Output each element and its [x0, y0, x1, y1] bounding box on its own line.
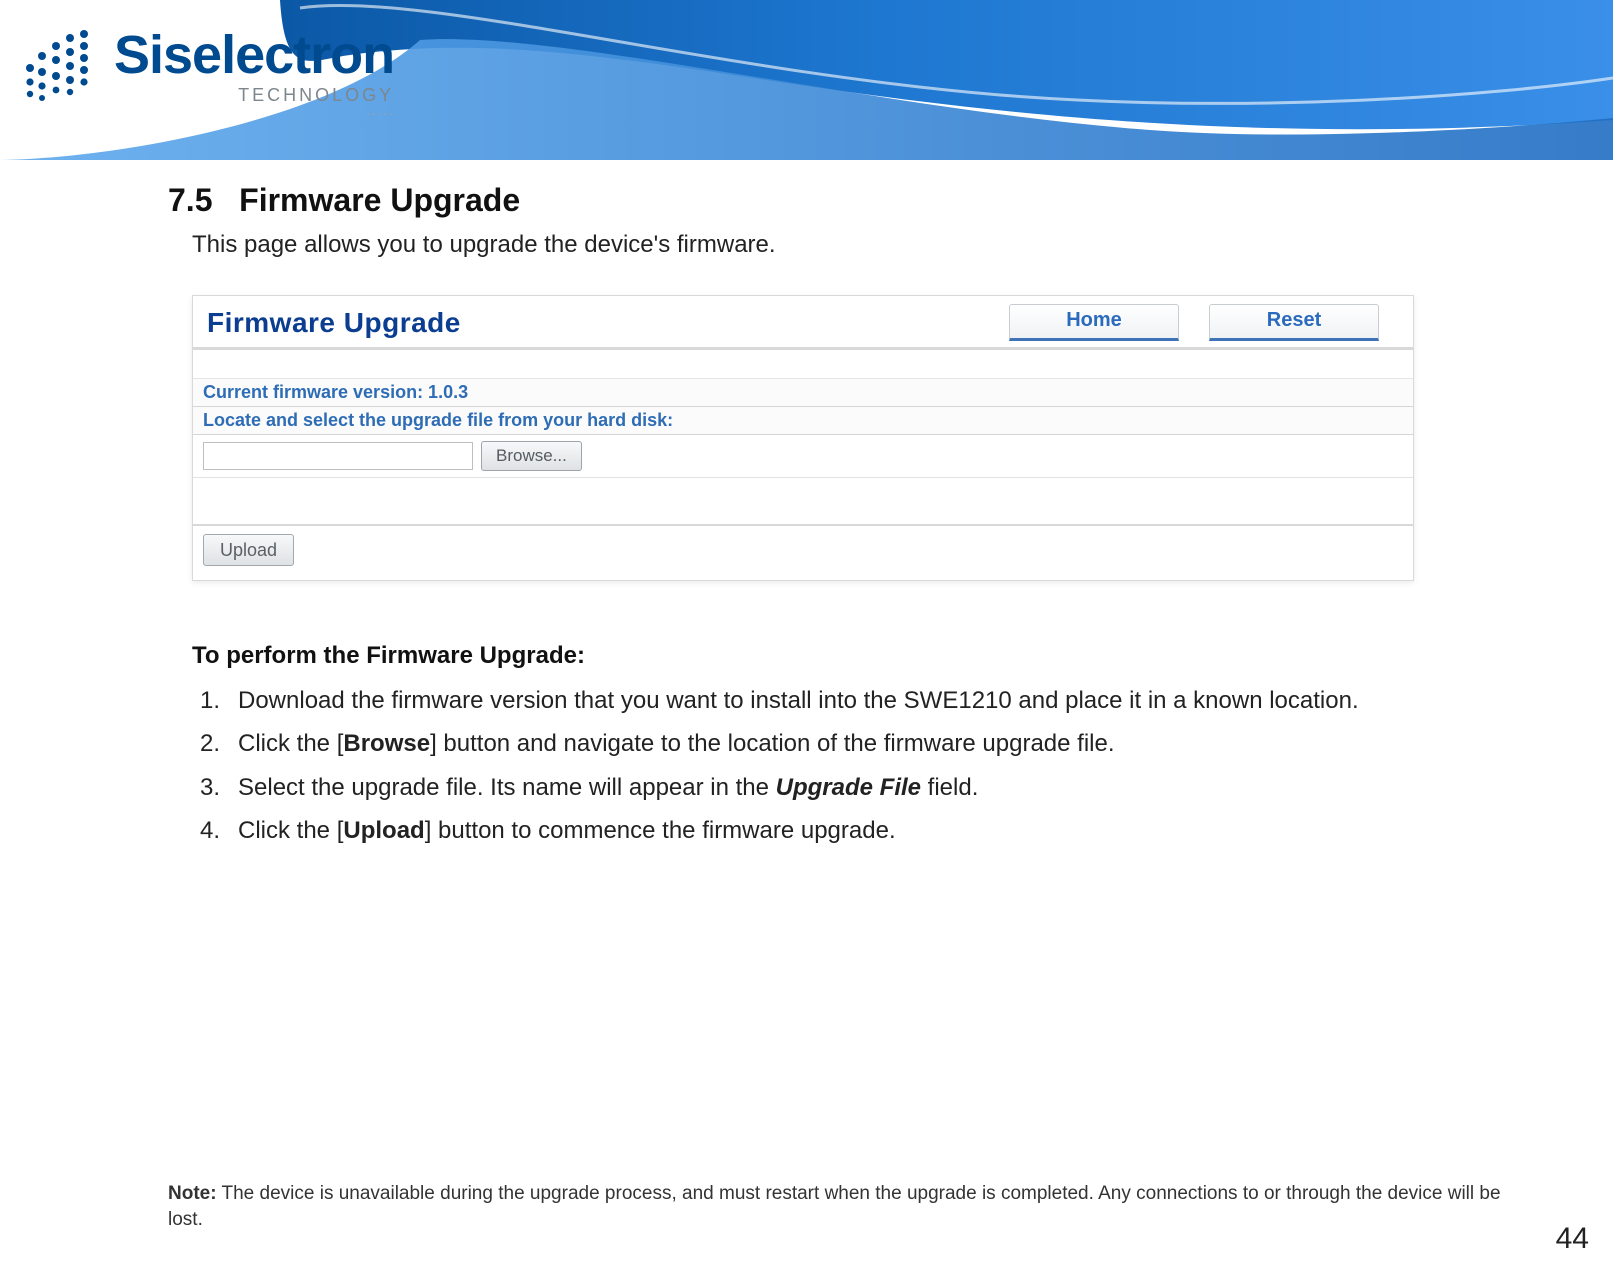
logo-tagline: ····· [114, 106, 394, 120]
instruction-step-2-suffix: ] button and navigate to the location of… [430, 730, 1114, 757]
logo-dotgrid-icon [22, 28, 100, 106]
logo-subline: TECHNOLOGY [114, 86, 394, 104]
panel-spacer [193, 350, 1413, 379]
instruction-step-4-bold: Upload [343, 817, 424, 844]
instruction-step-3-prefix: Select the upgrade file. Its name will a… [238, 774, 776, 801]
instruction-step-3-suffix: field. [921, 774, 978, 801]
logo-wordmark: Siselectron [114, 28, 394, 82]
current-firmware-version: Current firmware version: 1.0.3 [193, 379, 1413, 407]
instruction-step-2-prefix: Click the [ [238, 730, 343, 757]
footnote: Note: The device is unavailable during t… [168, 1181, 1538, 1234]
footnote-text: The device is unavailable during the upg… [168, 1183, 1501, 1231]
instruction-step-4-prefix: Click the [ [238, 817, 343, 844]
section-title: Firmware Upgrade [239, 182, 520, 218]
page-number: 44 [1556, 1222, 1589, 1256]
logo: Siselectron TECHNOLOGY ····· [22, 28, 394, 120]
firmware-upgrade-panel: Firmware Upgrade Home Reset Current firm… [192, 295, 1414, 581]
instruction-step-2: Click the [Browse] button and navigate t… [234, 725, 1428, 762]
instruction-step-3-bold: Upgrade File [776, 774, 921, 801]
locate-file-label: Locate and select the upgrade file from … [193, 407, 1413, 435]
instructions-block: To perform the Firmware Upgrade: Downloa… [192, 637, 1428, 849]
home-button[interactable]: Home [1009, 304, 1179, 341]
instruction-step-4-suffix: ] button to commence the firmware upgrad… [425, 817, 896, 844]
section-intro: This page allows you to upgrade the devi… [192, 231, 1428, 259]
instruction-step-1-text: Download the firmware version that you w… [238, 687, 1359, 714]
section-number: 7.5 [168, 182, 212, 218]
instruction-step-3: Select the upgrade file. Its name will a… [234, 769, 1428, 806]
page-banner: Siselectron TECHNOLOGY ····· [0, 0, 1613, 160]
reset-button[interactable]: Reset [1209, 304, 1379, 341]
instructions-heading: To perform the Firmware Upgrade: [192, 637, 1428, 674]
panel-title: Firmware Upgrade [207, 307, 461, 339]
footnote-label: Note: [168, 1183, 217, 1204]
upload-button[interactable]: Upload [203, 534, 294, 566]
instruction-step-4: Click the [Upload] button to commence th… [234, 812, 1428, 849]
section-heading: 7.5 Firmware Upgrade [168, 182, 1428, 219]
instruction-step-2-bold: Browse [343, 730, 430, 757]
upgrade-file-field[interactable] [203, 442, 473, 470]
browse-button[interactable]: Browse... [481, 441, 582, 471]
panel-gap [193, 478, 1413, 526]
instruction-step-1: Download the firmware version that you w… [234, 682, 1428, 719]
